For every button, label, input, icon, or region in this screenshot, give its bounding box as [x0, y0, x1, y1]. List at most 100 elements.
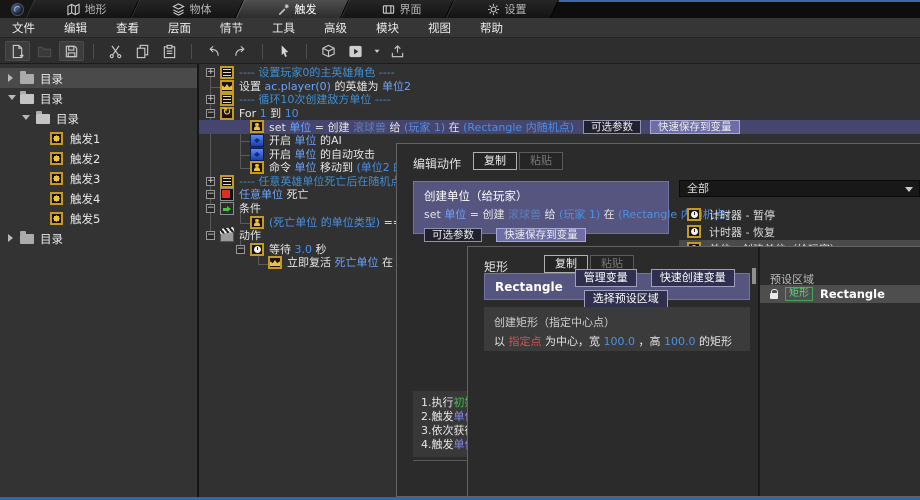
sidebar-trigger-item[interactable]: 触发5 [0, 208, 197, 228]
collapse-icon[interactable]: − [206, 109, 215, 118]
menu-item-编辑[interactable]: 编辑 [64, 20, 87, 36]
collapse-icon[interactable]: − [206, 190, 215, 199]
play [348, 44, 363, 59]
collapse-icon[interactable]: − [206, 231, 215, 240]
tab-界面[interactable]: 界面 [349, 0, 454, 18]
tree-row-text: For 1 到 10 [239, 107, 299, 121]
cut-button[interactable] [103, 41, 128, 61]
tab-content: 设置 [454, 0, 559, 18]
crown-icon [220, 80, 234, 93]
tree-row-text: 任意单位 死亡 [239, 188, 309, 202]
paste-button[interactable]: 粘贴 [519, 152, 563, 170]
preset-region-row[interactable]: 矩形 Rectangle [760, 285, 920, 303]
tab-设置[interactable]: 设置 [454, 0, 559, 18]
tree-row-text: 开启 单位 的AI [269, 134, 342, 148]
folder-icon [20, 74, 34, 84]
toolbar-separator [306, 44, 307, 59]
caret-right-icon[interactable] [8, 74, 13, 82]
trigger-icon [277, 3, 290, 16]
action-list-item[interactable]: 计时器 - 恢复 [679, 223, 920, 240]
play-button[interactable] [343, 41, 368, 61]
collapse-icon[interactable]: − [206, 204, 215, 213]
caret-down-button[interactable] [370, 41, 383, 61]
menu-item-模块[interactable]: 模块 [376, 20, 399, 36]
quick-save-variable-button[interactable]: 快速保存到变量 [650, 120, 740, 134]
sidebar-folder-item[interactable]: 目录 [0, 108, 197, 128]
new-file [10, 44, 25, 59]
sidebar-item-label: 目录 [40, 231, 63, 247]
undo-button[interactable] [201, 41, 226, 61]
action-title: 创建单位（给玩家） [424, 188, 658, 204]
sidebar-folder-item[interactable]: 目录 [0, 228, 197, 248]
quick-create-variable-button[interactable]: 快速创建变量 [651, 269, 735, 287]
caret-down-icon[interactable] [8, 95, 16, 100]
manage-variables-button[interactable]: 管理变量 [575, 269, 637, 287]
sidebar-trigger-item[interactable]: 触发2 [0, 148, 197, 168]
menu-item-文件[interactable]: 文件 [12, 20, 35, 36]
sidebar-trigger-item[interactable]: 触发4 [0, 188, 197, 208]
terrain-icon [67, 3, 80, 16]
rectangle-dialog: 矩形 复制 粘贴 Rectangle 管理变量 快速创建变量 选择预设区域 创建… [467, 246, 920, 497]
menu-item-视图[interactable]: 视图 [428, 20, 451, 36]
optional-params-button[interactable]: 可选参数 [583, 120, 641, 134]
trigger-icon [50, 172, 63, 185]
expand-icon[interactable]: + [206, 68, 215, 77]
caret-down-icon[interactable] [22, 115, 30, 120]
sidebar-folder-item[interactable]: 目录 [0, 68, 197, 88]
cube-button[interactable] [316, 41, 341, 61]
sidebar-folder-item[interactable]: 目录 [0, 88, 197, 108]
ai-icon [250, 148, 264, 161]
tab-label: 界面 [400, 1, 422, 17]
variable-row[interactable]: Rectangle 管理变量 快速创建变量 选择预设区域 [484, 273, 750, 300]
tree-row[interactable]: +---- 循环10次创建敌方单位 ---- [199, 93, 920, 107]
optional-params-button[interactable]: 可选参数 [424, 228, 482, 242]
tab-物体[interactable]: 物体 [139, 0, 244, 18]
action-list-label: 计时器 - 暂停 [709, 207, 775, 223]
menu-item-高级[interactable]: 高级 [324, 20, 347, 36]
menu-item-层面[interactable]: 层面 [168, 20, 191, 36]
scrollbar-thumb[interactable] [752, 268, 756, 284]
cursor-button[interactable] [272, 41, 297, 61]
sidebar-trigger-item[interactable]: 触发1 [0, 128, 197, 148]
select-preset-region-button[interactable]: 选择预设区域 [584, 290, 668, 308]
tab-触发[interactable]: 触发 [244, 0, 349, 18]
tree-row[interactable]: 设置 ac.player(0) 的英雄为 单位2 [199, 80, 920, 94]
save-button[interactable] [59, 41, 84, 61]
tree-row-text: ---- 设置玩家0的主英雄角色 ---- [239, 66, 395, 80]
menu-item-帮助[interactable]: 帮助 [480, 20, 503, 36]
menu-item-情节[interactable]: 情节 [220, 20, 243, 36]
variable-name: Rectangle [495, 280, 563, 294]
action-filter-dropdown[interactable]: 全部 [679, 180, 920, 197]
tab-地形[interactable]: 地形 [34, 0, 139, 18]
expand-icon[interactable]: + [206, 177, 215, 186]
expand-icon[interactable]: + [206, 95, 215, 104]
redo-button[interactable] [228, 41, 253, 61]
tree-row[interactable]: − For 1 到 10 [199, 107, 920, 121]
menu-item-查看[interactable]: 查看 [116, 20, 139, 36]
upload-button[interactable] [385, 41, 410, 61]
copy-button[interactable] [130, 41, 155, 61]
menu-item-工具[interactable]: 工具 [272, 20, 295, 36]
person-icon [250, 161, 264, 174]
sidebar-trigger-item[interactable]: 触发3 [0, 168, 197, 188]
sidebar-item-label: 目录 [40, 91, 63, 107]
tab-label: 地形 [85, 1, 107, 17]
tree-row[interactable]: + ---- 设置玩家0的主英雄角色 ---- [199, 66, 920, 80]
person-icon [250, 216, 264, 229]
tree-row[interactable]: set 单位 = 创建 滚球兽 给 (玩家 1) 在 (Rectangle 内随… [199, 120, 920, 134]
tree-row-text: 设置 ac.player(0) 的英雄为 单位2 [239, 80, 411, 94]
caret-right-icon[interactable] [8, 234, 13, 242]
selected-action-panel[interactable]: 创建单位（给玩家） set 单位 = 创建 滚球兽 给 (玩家 1) 在 (Re… [413, 181, 669, 234]
quick-save-variable-button[interactable]: 快速保存到变量 [496, 228, 586, 242]
open-folder-button[interactable] [32, 41, 57, 61]
action-code-line: set 单位 = 创建 滚球兽 给 (玩家 1) 在 (Rectangle 内随… [424, 207, 658, 222]
collapse-icon[interactable]: − [236, 245, 245, 254]
new-file-button[interactable] [5, 41, 30, 61]
tab-label: 设置 [505, 1, 527, 17]
open-folder [37, 44, 52, 59]
paste-button[interactable] [157, 41, 182, 61]
action-list-item[interactable]: 计时器 - 暂停 [679, 206, 920, 223]
person-icon [250, 120, 264, 133]
panel-divider[interactable] [197, 64, 199, 497]
copy-button[interactable]: 复制 [473, 152, 517, 170]
